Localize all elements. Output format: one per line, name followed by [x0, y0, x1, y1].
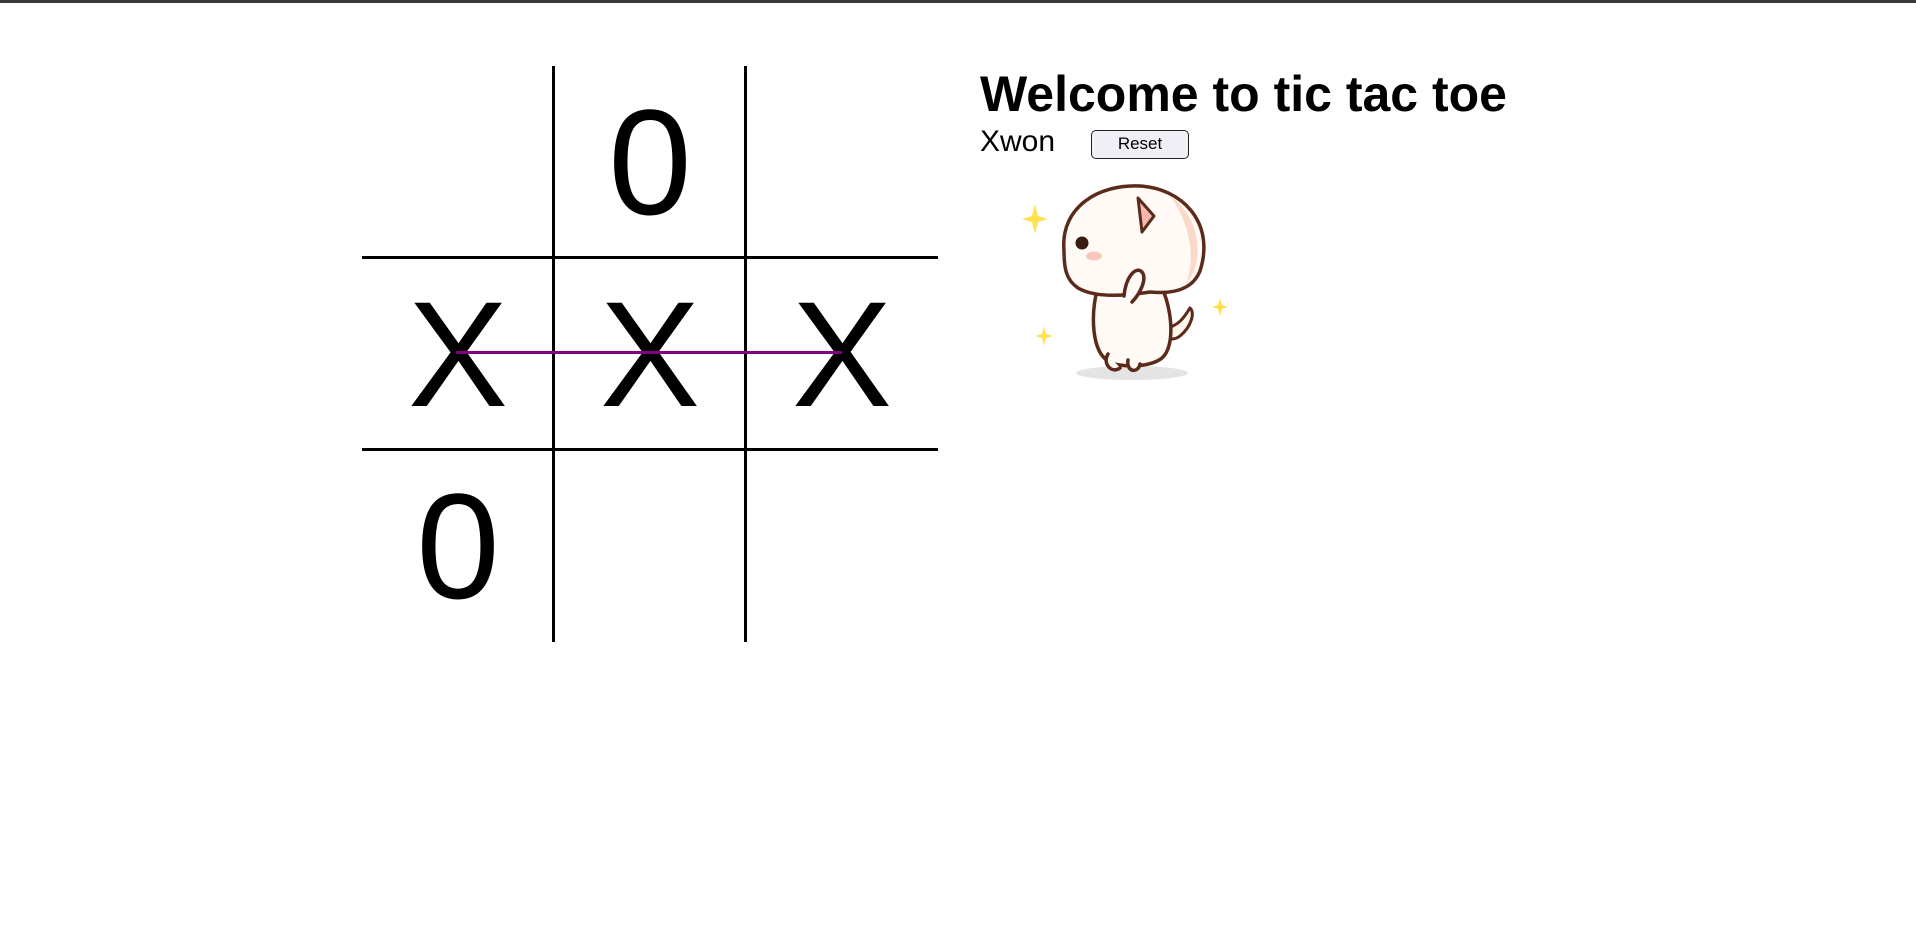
board-cell-r0-c2[interactable]	[746, 66, 938, 258]
grid-line-vertical-1	[552, 66, 555, 642]
board-cell-r0-c1[interactable]: 0	[554, 66, 746, 258]
game-info-panel: Welcome to tic tac toe Xwon Reset	[980, 64, 1507, 160]
grid-line-horizontal-1	[362, 256, 938, 259]
game-status-text: Xwon	[980, 125, 1056, 158]
browser-top-bar	[0, 0, 1916, 3]
grid-line-vertical-2	[744, 66, 747, 642]
board-cell-r1-c1[interactable]: X	[554, 258, 746, 450]
grid-line-horizontal-2	[362, 448, 938, 451]
celebrating-cat-sticker-icon	[1020, 176, 1240, 386]
board-cell-r2-c1[interactable]	[554, 450, 746, 642]
board-cell-r2-c0[interactable]: 0	[362, 450, 554, 642]
winning-strike-line	[456, 351, 842, 354]
board-cell-r1-c0[interactable]: X	[362, 258, 554, 450]
board-cell-r1-c2[interactable]: X	[746, 258, 938, 450]
reset-button[interactable]: Reset	[1091, 129, 1190, 159]
board-cell-r2-c2[interactable]	[746, 450, 938, 642]
page-title: Welcome to tic tac toe	[980, 66, 1507, 122]
tic-tac-toe-board: 0 X X X 0	[362, 66, 938, 642]
status-row: Xwon Reset	[980, 124, 1507, 160]
board-cell-r0-c0[interactable]	[362, 66, 554, 258]
